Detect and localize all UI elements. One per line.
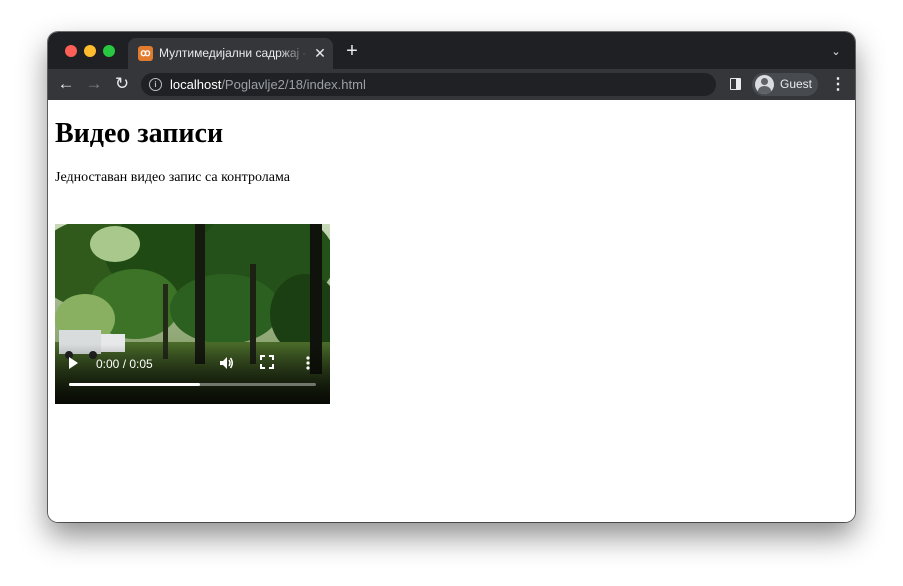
page-description: Једноставан видео запис са контролама bbox=[55, 170, 290, 185]
reload-icon[interactable]: ↻ bbox=[112, 74, 132, 94]
profile-label: Guest bbox=[780, 77, 813, 91]
close-icon[interactable]: ✕ bbox=[313, 46, 327, 60]
arrow-left-icon[interactable]: ← bbox=[56, 74, 76, 94]
browser-window: ꝏ Мултимедијални садржај - видео записи … bbox=[48, 32, 855, 522]
more-vert-icon[interactable] bbox=[303, 355, 313, 371]
video-buffered-fill bbox=[69, 383, 200, 386]
active-tab[interactable]: ꝏ Мултимедијални садржај - видео записи … bbox=[128, 38, 333, 69]
address-bar[interactable]: i localhost/Poglavlje2/18/index.html bbox=[141, 73, 716, 96]
avatar-icon bbox=[755, 75, 774, 94]
video-progress-bar[interactable] bbox=[69, 383, 316, 386]
video-time: 0:00 / 0:05 bbox=[96, 357, 153, 371]
maximize-window-button[interactable] bbox=[103, 45, 115, 57]
tab-title: Мултимедијални садржај - видео записи bbox=[159, 46, 309, 60]
minimize-window-button[interactable] bbox=[84, 45, 96, 57]
url-path: /Poglavlje2/18/index.html bbox=[221, 77, 366, 92]
info-icon[interactable]: i bbox=[149, 78, 162, 91]
volume-icon[interactable] bbox=[218, 355, 234, 371]
url-host: localhost bbox=[170, 77, 222, 92]
tab-strip: ꝏ Мултимедијални садржај - видео записи … bbox=[48, 32, 855, 69]
page-viewport: Видео записи Једноставан видео запис са … bbox=[48, 100, 855, 522]
profile-button[interactable]: Guest bbox=[752, 73, 818, 96]
xampp-favicon-icon: ꝏ bbox=[138, 46, 153, 61]
video-player[interactable]: 0:00 / 0:05 bbox=[55, 224, 330, 404]
plus-icon[interactable]: + bbox=[343, 41, 361, 61]
url-text[interactable]: localhost/Poglavlje2/18/index.html bbox=[170, 77, 366, 93]
arrow-right-icon[interactable]: → bbox=[84, 74, 104, 94]
play-icon[interactable] bbox=[67, 356, 79, 370]
video-controls bbox=[55, 344, 330, 404]
browser-toolbar: ← → ↻ i localhost/Poglavlje2/18/index.ht… bbox=[48, 69, 855, 100]
close-window-button[interactable] bbox=[65, 45, 77, 57]
chevron-down-icon[interactable]: ⌄ bbox=[828, 45, 844, 59]
side-panel-icon[interactable] bbox=[730, 78, 741, 90]
page-title: Видео записи bbox=[55, 118, 224, 149]
kebab-menu-icon[interactable]: ⋮ bbox=[830, 76, 846, 94]
fullscreen-icon[interactable] bbox=[260, 355, 274, 369]
